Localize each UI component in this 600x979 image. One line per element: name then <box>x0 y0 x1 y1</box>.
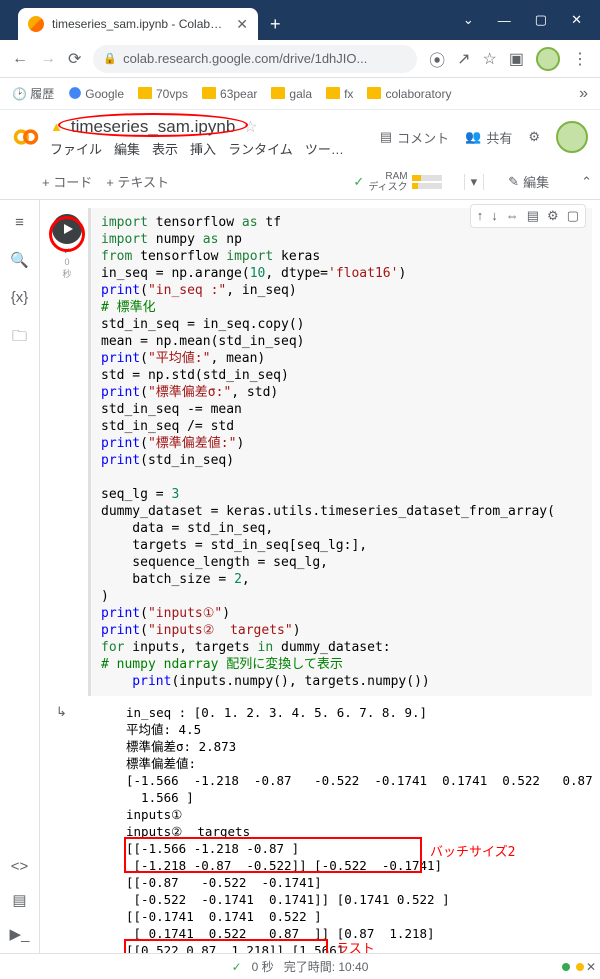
code-editor[interactable]: import tensorflow as tf import numpy as … <box>88 208 592 696</box>
move-up-icon[interactable]: ↑ <box>477 208 484 224</box>
annotation-batch-label: バッチサイズ2 <box>430 844 515 861</box>
bookmark-70vps[interactable]: 70vps <box>138 87 188 101</box>
variables-icon[interactable]: {x} <box>11 289 29 306</box>
new-tab-button[interactable]: + <box>264 12 287 37</box>
back-icon[interactable]: ← <box>12 50 28 68</box>
search-icon[interactable]: 🔍 <box>10 251 29 269</box>
bookmark-colaboratory[interactable]: colaboratory <box>367 87 451 101</box>
browser-toolbar: ← → ⟳ 🔒 colab.research.google.com/drive/… <box>0 40 600 78</box>
lock-icon: 🔒 <box>103 52 117 65</box>
files-icon[interactable]: 🗀 <box>12 326 27 351</box>
colab-toolbar: + コード + テキスト ✓ RAMディスク ▾ ✎ 編集 ⌃ <box>0 164 600 200</box>
toc-icon[interactable]: ≡ <box>15 214 24 231</box>
google-bookmark[interactable]: Google <box>68 86 124 101</box>
maximize-icon[interactable]: ▢ <box>535 12 547 28</box>
add-code-button[interactable]: + コード <box>42 172 92 191</box>
colab-favicon <box>28 16 44 32</box>
bookmark-star-icon[interactable]: ☆ <box>483 49 497 69</box>
history-bookmark[interactable]: 🕑 履歴 <box>12 85 54 102</box>
translate-icon[interactable]: ⦿ <box>429 47 445 71</box>
annotation-title-oval <box>58 113 248 137</box>
resource-indicator[interactable]: ✓ RAMディスク <box>345 171 449 193</box>
menu-insert[interactable]: 挿入 <box>190 139 216 158</box>
command-palette-icon[interactable]: ▤ <box>12 891 26 909</box>
status-close-icon[interactable]: ✕ <box>586 960 596 974</box>
share-icon[interactable]: ↗ <box>457 49 470 69</box>
bookmark-gala[interactable]: gala <box>271 87 312 101</box>
bookmark-63pear[interactable]: 63pear <box>202 87 257 101</box>
bookmarks-bar: 🕑 履歴 Google 70vps 63pear gala fx colabor… <box>0 78 600 110</box>
menu-runtime[interactable]: ランタイム <box>228 139 293 158</box>
left-sidebar: ≡ 🔍 {x} 🗀 <> ▤ ▶_ <box>0 200 40 953</box>
status-dot-green <box>562 963 570 971</box>
colab-logo[interactable] <box>12 123 40 151</box>
share-button[interactable]: 👥 共有 <box>465 128 512 147</box>
output-indicator-icon[interactable]: ↳ <box>56 704 67 720</box>
menu-edit[interactable]: 編集 <box>114 139 140 158</box>
comment-button[interactable]: ▤ コメント <box>380 128 449 147</box>
colab-header: ▲ timeseries_sam.ipynb ☆ ファイル 編集 表示 挿入 ラ… <box>0 110 600 164</box>
annotation-batch-box <box>124 837 422 873</box>
extensions-icon[interactable]: ▣ <box>509 49 524 69</box>
url-text: colab.research.google.com/drive/1dhJIO..… <box>123 51 367 66</box>
cell-toolbar: ↑ ↓ ⇔ ▤ ⚙ ▢ <box>470 204 586 228</box>
profile-avatar[interactable] <box>536 47 560 71</box>
collapse-header-icon[interactable]: ⌃ <box>573 174 600 190</box>
connected-check-icon: ✓ <box>353 174 364 190</box>
bookmark-fx[interactable]: fx <box>326 87 353 101</box>
annotation-last-label: ラスト <box>336 941 375 953</box>
settings-gear-icon[interactable]: ⚙ <box>528 129 540 145</box>
status-dot-yellow <box>576 963 584 971</box>
forward-icon[interactable]: → <box>40 50 56 68</box>
close-tab-icon[interactable]: ✕ <box>236 16 248 33</box>
user-avatar[interactable] <box>556 121 588 153</box>
cell-comment-icon[interactable]: ▤ <box>527 208 539 224</box>
code-snippets-icon[interactable]: <> <box>11 858 29 875</box>
window-titlebar: timeseries_sam.ipynb - Colaborat ✕ + ⌄ —… <box>0 0 600 40</box>
resource-dropdown-icon[interactable]: ▾ <box>464 174 485 190</box>
tab-title: timeseries_sam.ipynb - Colaborat <box>52 17 228 31</box>
close-window-icon[interactable]: ✕ <box>571 12 582 28</box>
cell-output: in_seq : [0. 1. 2. 3. 4. 5. 6. 7. 8. 9.]… <box>116 696 592 953</box>
exec-seconds: 0 秒 <box>252 958 274 975</box>
code-cell[interactable]: ↑ ↓ ⇔ ▤ ⚙ ▢ ✓0秒 import tensorflow as tf … <box>44 208 592 953</box>
completion-time: 完了時間: 10:40 <box>284 958 369 975</box>
status-bar: ✓ 0 秒 完了時間: 10:40 ✕ <box>0 953 600 979</box>
chevron-down-icon[interactable]: ⌄ <box>463 12 474 28</box>
annotation-run-circle <box>49 216 85 252</box>
status-check-icon: ✓ <box>232 960 242 974</box>
menu-bar: ファイル 編集 表示 挿入 ランタイム ツー… <box>50 139 344 158</box>
bookmarks-overflow-icon[interactable]: » <box>579 85 588 103</box>
cell-settings-icon[interactable]: ⚙ <box>547 208 559 224</box>
minimize-icon[interactable]: — <box>498 13 511 28</box>
link-icon[interactable]: ⇔ <box>506 208 519 224</box>
menu-file[interactable]: ファイル <box>50 139 102 158</box>
terminal-icon[interactable]: ▶_ <box>10 925 30 943</box>
edit-mode-button[interactable]: ✎ 編集 <box>498 172 559 191</box>
menu-tools[interactable]: ツー… <box>305 139 344 158</box>
address-bar[interactable]: 🔒 colab.research.google.com/drive/1dhJIO… <box>93 45 417 73</box>
add-text-button[interactable]: + テキスト <box>106 172 169 191</box>
notebook-content: ↑ ↓ ⇔ ▤ ⚙ ▢ ✓0秒 import tensorflow as tf … <box>40 200 600 953</box>
cell-mirror-icon[interactable]: ▢ <box>567 208 579 224</box>
browser-tab[interactable]: timeseries_sam.ipynb - Colaborat ✕ <box>18 8 258 40</box>
menu-view[interactable]: 表示 <box>152 139 178 158</box>
reload-icon[interactable]: ⟳ <box>68 49 81 69</box>
menu-dots-icon[interactable]: ⋮ <box>572 49 588 69</box>
annotation-last-box <box>124 939 328 953</box>
move-down-icon[interactable]: ↓ <box>491 208 498 224</box>
